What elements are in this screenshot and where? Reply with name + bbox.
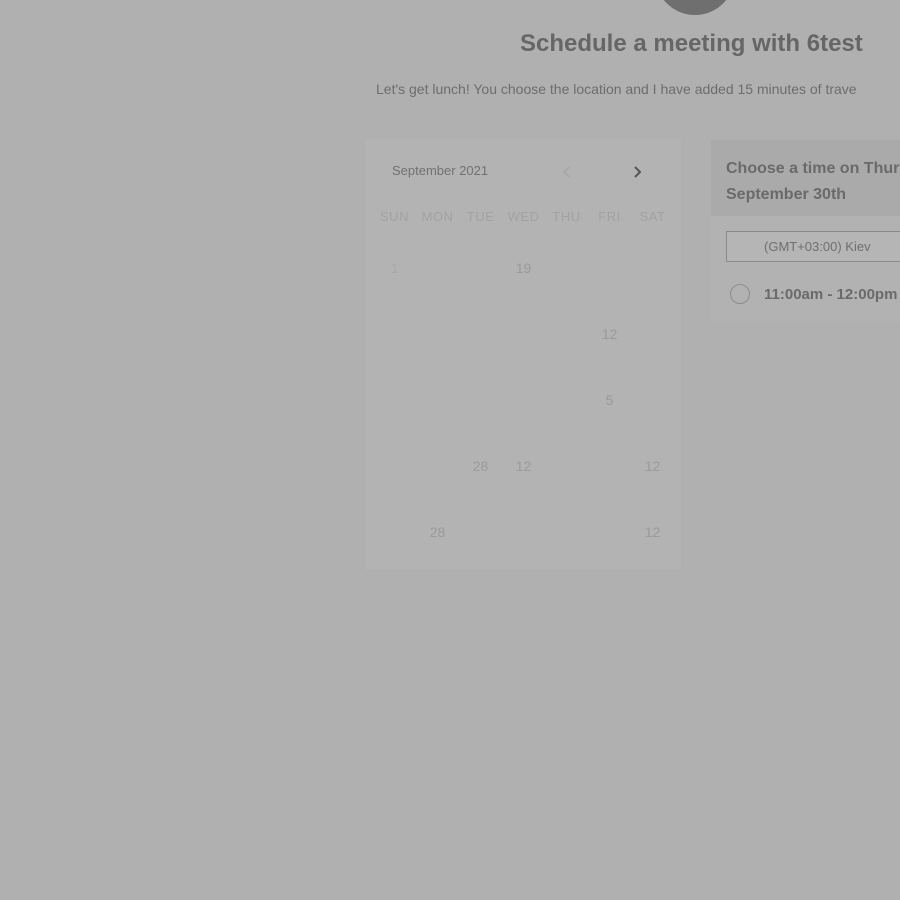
weekday-label: SAT [639,209,666,224]
calendar-month-label: September 2021 [392,163,489,178]
scheduling-page: Schedule a meeting with 6test Let's get … [0,0,900,900]
calendar-day [545,514,588,550]
weekday-label: THU [552,209,581,224]
weekday-label: SUN [380,209,409,224]
calendar-day [631,382,674,418]
selected-date-header: Choose a time on Thurs September 30th [711,140,900,216]
calendar: September 2021 SUN MON TUE WED THU FRI S… [365,138,681,570]
calendar-day: 12 [644,458,661,474]
host-avatar [655,0,735,15]
timezone-select[interactable]: (GMT+03:00) Kiev [726,231,900,262]
calendar-day [545,250,588,286]
calendar-day [588,514,631,550]
time-slot-label: 11:00am - 12:00pm [764,285,898,303]
calendar-day: 28 [429,524,446,540]
calendar-day [416,250,459,286]
calendar-day: 12 [515,458,532,474]
selected-date-line-1: Choose a time on Thurs [726,160,900,177]
calendar-day: 1 [390,260,399,276]
meeting-description: Let's get lunch! You choose the location… [376,81,857,97]
calendar-day [502,514,545,550]
time-selection-panel: Choose a time on Thurs September 30th (G… [711,140,900,321]
calendar-day [459,514,502,550]
selected-date-line-2: September 30th [726,186,847,203]
weekday-label: WED [507,209,540,224]
chevron-right-icon [634,166,642,178]
calendar-day [416,382,459,418]
calendar-day: 19 [515,260,532,276]
chevron-left-icon [562,166,570,178]
calendar-day [502,316,545,352]
calendar-day [588,250,631,286]
calendar-day: 12 [644,524,661,540]
calendar-day [502,382,545,418]
time-slot-option[interactable]: 11:00am - 12:00pm [730,284,897,304]
weekday-label: TUE [466,209,495,224]
calendar-day [459,316,502,352]
calendar-day [416,316,459,352]
calendar-day [631,316,674,352]
calendar-day: 28 [472,458,489,474]
calendar-day [588,448,631,484]
previous-month-button[interactable] [555,160,579,184]
calendar-day: 5 [605,392,614,408]
calendar-day [416,448,459,484]
calendar-day [545,382,588,418]
next-month-button[interactable] [625,160,649,184]
weekday-header: SUN MON TUE WED THU FRI SAT [373,209,673,224]
page-title: Schedule a meeting with 6test [520,30,863,57]
calendar-day [373,514,416,550]
calendar-day [459,250,502,286]
calendar-day: 12 [601,326,618,342]
weekday-label: MON [421,209,454,224]
radio-button[interactable] [730,284,750,304]
calendar-day [545,448,588,484]
calendar-day [373,448,416,484]
calendar-day [545,316,588,352]
weekday-label: FRI [598,209,621,224]
selected-date-title: Choose a time on Thurs September 30th [726,156,900,208]
calendar-day [373,316,416,352]
calendar-day-grid: 1 19 12 5 28 12 12 28 12 [373,250,674,580]
calendar-day [459,382,502,418]
calendar-day [631,250,674,286]
calendar-day [373,382,416,418]
